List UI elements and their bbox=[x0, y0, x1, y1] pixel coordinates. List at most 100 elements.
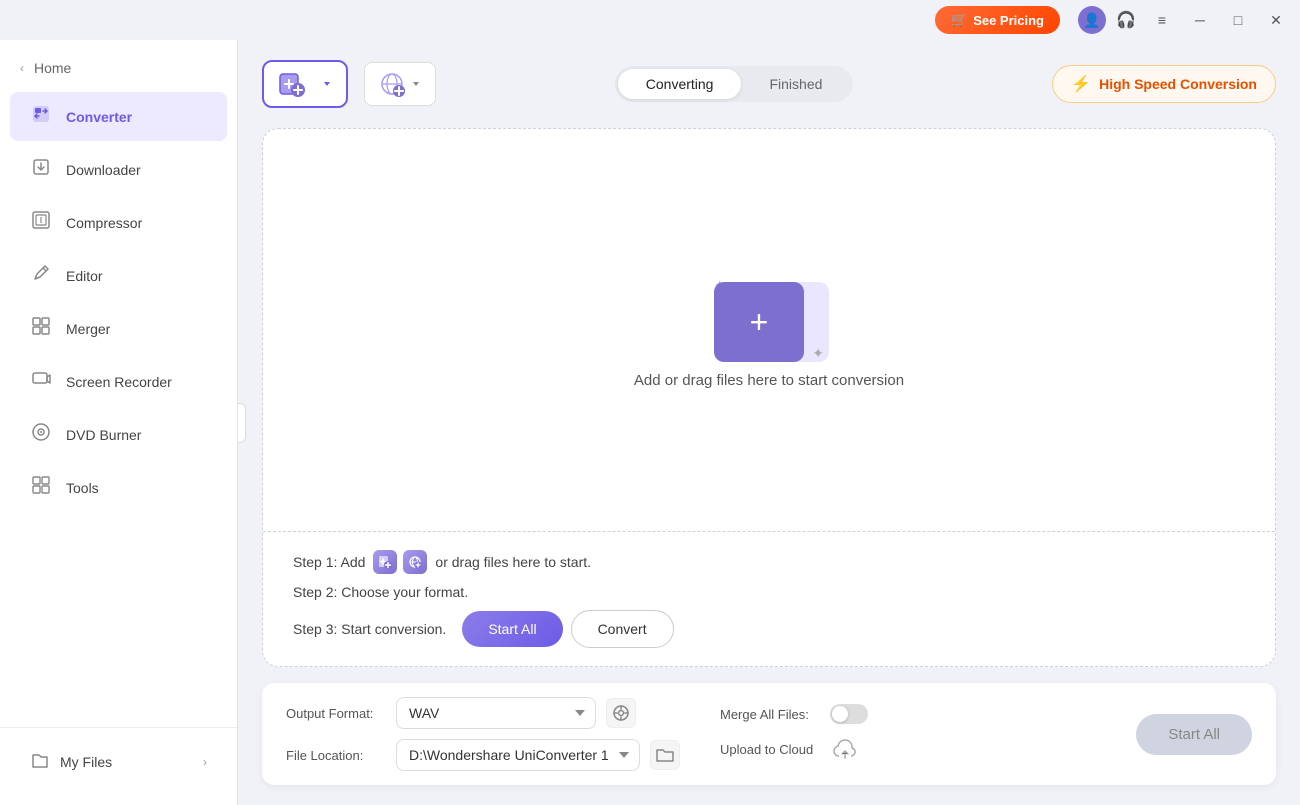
screen-recorder-icon bbox=[30, 369, 52, 394]
maximize-button[interactable]: □ bbox=[1222, 6, 1254, 34]
step-2-row: Step 2: Choose your format. bbox=[293, 584, 1245, 600]
mini-add-file-icon bbox=[373, 550, 397, 574]
merger-icon bbox=[30, 316, 52, 341]
toolbar: Converting Finished ⚡ High Speed Convers… bbox=[262, 60, 1276, 108]
step3-prefix: Step 3: Start conversion. bbox=[293, 621, 446, 637]
step2-text: Step 2: Choose your format. bbox=[293, 584, 468, 600]
convert-label: Convert bbox=[598, 621, 647, 637]
mini-add-url-icon bbox=[403, 550, 427, 574]
merge-toggle-row: Merge All Files: bbox=[720, 704, 868, 724]
format-group: Output Format: WAV bbox=[286, 697, 680, 771]
sidebar-item-dvd-burner[interactable]: DVD Burner bbox=[10, 410, 227, 459]
step1-suffix: or drag files here to start. bbox=[435, 554, 591, 570]
add-url-icon bbox=[379, 71, 405, 97]
see-pricing-button[interactable]: 🛒 See Pricing bbox=[935, 6, 1060, 34]
url-dropdown-arrow-icon bbox=[411, 79, 421, 89]
bottom-bar: Output Format: WAV bbox=[262, 683, 1276, 785]
close-button[interactable]: ✕ bbox=[1260, 6, 1292, 34]
merge-group: Merge All Files: Upload to Cloud bbox=[720, 704, 868, 764]
notifications-icon[interactable]: 🎧 bbox=[1112, 6, 1140, 34]
cart-icon: 🛒 bbox=[951, 12, 967, 28]
maximize-icon: □ bbox=[1234, 12, 1242, 28]
add-url-button[interactable] bbox=[364, 62, 436, 106]
start-all-main-label: Start All bbox=[1168, 726, 1220, 743]
cloud-upload-button[interactable] bbox=[830, 734, 860, 764]
menu-button[interactable]: ≡ bbox=[1146, 6, 1178, 34]
my-files-label: My Files bbox=[60, 754, 112, 770]
convert-button[interactable]: Convert bbox=[571, 610, 674, 648]
add-file-button[interactable] bbox=[262, 60, 348, 108]
collapse-sidebar-button[interactable]: ‹ bbox=[238, 403, 246, 443]
folder-main-icon: + bbox=[714, 282, 804, 362]
user-icon: 👤 bbox=[1083, 12, 1100, 29]
sidebar-item-tools[interactable]: Tools bbox=[10, 463, 227, 512]
user-avatar[interactable]: 👤 bbox=[1078, 6, 1106, 34]
close-icon: ✕ bbox=[1270, 12, 1282, 29]
tab-finished[interactable]: Finished bbox=[741, 69, 850, 99]
folder-browse-icon[interactable] bbox=[650, 740, 680, 770]
sidebar-item-downloader[interactable]: Downloader bbox=[10, 145, 227, 194]
start-all-steps-label: Start All bbox=[488, 621, 536, 637]
output-format-select[interactable]: WAV bbox=[396, 697, 596, 729]
dropdown-arrow-icon bbox=[322, 79, 332, 89]
sidebar-home[interactable]: ‹ Home bbox=[0, 50, 237, 86]
compressor-label: Compressor bbox=[66, 215, 142, 231]
drop-area[interactable]: ✦ + ✦ Add or drag files here to start co… bbox=[263, 129, 1275, 532]
sidebar-footer: My Files › bbox=[0, 727, 237, 795]
file-location-row: File Location: D:\Wondershare UniConvert… bbox=[286, 739, 680, 771]
hamburger-icon: ≡ bbox=[1158, 12, 1166, 28]
my-files-icon bbox=[30, 750, 50, 773]
merge-toggle[interactable] bbox=[830, 704, 868, 724]
titlebar: 🛒 See Pricing 👤 🎧 ≡ ─ □ ✕ bbox=[0, 0, 1300, 40]
sidebar: ‹ Home Converter bbox=[0, 40, 238, 805]
app-body: ‹ Home Converter bbox=[0, 40, 1300, 805]
sparkle-icon-2: ✦ bbox=[812, 345, 824, 362]
tools-icon bbox=[30, 475, 52, 500]
step1-icons bbox=[373, 550, 427, 574]
home-label: Home bbox=[34, 60, 71, 76]
output-format-row: Output Format: WAV bbox=[286, 697, 680, 729]
sidebar-item-screen-recorder[interactable]: Screen Recorder bbox=[10, 357, 227, 406]
format-settings-icon[interactable] bbox=[606, 698, 636, 728]
merge-all-label: Merge All Files: bbox=[720, 707, 820, 722]
editor-icon bbox=[30, 263, 52, 288]
output-format-label: Output Format: bbox=[286, 706, 386, 721]
add-file-icon bbox=[278, 70, 306, 98]
downloader-icon bbox=[30, 157, 52, 182]
sidebar-item-editor[interactable]: Editor bbox=[10, 251, 227, 300]
converting-tab-label: Converting bbox=[646, 76, 714, 92]
merger-label: Merger bbox=[66, 321, 110, 337]
screen-recorder-label: Screen Recorder bbox=[66, 374, 172, 390]
tools-label: Tools bbox=[66, 480, 99, 496]
minimize-button[interactable]: ─ bbox=[1184, 6, 1216, 34]
upload-cloud-row: Upload to Cloud bbox=[720, 734, 868, 764]
drop-instructions: Step 1: Add bbox=[263, 532, 1275, 666]
my-files-item[interactable]: My Files › bbox=[10, 738, 227, 785]
chevron-left-icon: ‹ bbox=[20, 61, 24, 75]
sidebar-item-compressor[interactable]: Compressor bbox=[10, 198, 227, 247]
start-all-main-button[interactable]: Start All bbox=[1136, 714, 1252, 755]
folder-plus-icon: + bbox=[750, 306, 769, 338]
drop-zone-text: Add or drag files here to start conversi… bbox=[634, 372, 904, 389]
file-location-select[interactable]: D:\Wondershare UniConverter 1 bbox=[396, 739, 640, 771]
chevron-right-icon: › bbox=[203, 755, 207, 769]
tab-converting[interactable]: Converting bbox=[618, 69, 742, 99]
step-1-row: Step 1: Add bbox=[293, 550, 1245, 574]
sidebar-item-merger[interactable]: Merger bbox=[10, 304, 227, 353]
main-content: ‹ bbox=[238, 40, 1300, 805]
folder-icon-wrapper: ✦ + ✦ bbox=[709, 272, 829, 372]
editor-label: Editor bbox=[66, 268, 103, 284]
converter-icon bbox=[30, 104, 52, 129]
downloader-label: Downloader bbox=[66, 162, 141, 178]
drop-zone-container: ✦ + ✦ Add or drag files here to start co… bbox=[262, 128, 1276, 667]
sidebar-item-converter[interactable]: Converter bbox=[10, 92, 227, 141]
converter-label: Converter bbox=[66, 109, 132, 125]
compressor-icon bbox=[30, 210, 52, 235]
finished-tab-label: Finished bbox=[769, 76, 822, 92]
upload-cloud-label: Upload to Cloud bbox=[720, 742, 820, 757]
start-all-steps-button[interactable]: Start All bbox=[462, 611, 562, 647]
high-speed-button[interactable]: ⚡ High Speed Conversion bbox=[1052, 65, 1276, 103]
lightning-icon: ⚡ bbox=[1071, 74, 1091, 94]
step1-prefix: Step 1: Add bbox=[293, 554, 365, 570]
minimize-icon: ─ bbox=[1195, 12, 1205, 28]
